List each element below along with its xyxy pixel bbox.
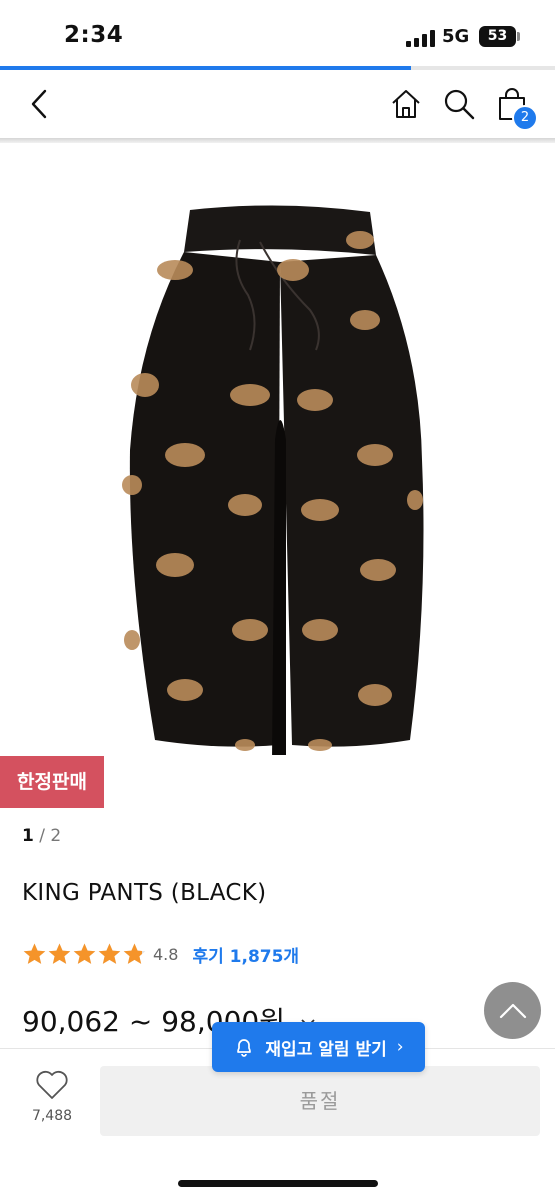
nav-divider xyxy=(0,138,555,143)
heart-icon xyxy=(36,1070,68,1099)
home-button[interactable] xyxy=(386,84,426,124)
pagination-separator: / xyxy=(39,826,45,846)
rating-stars xyxy=(22,942,147,967)
pants-image xyxy=(122,205,424,760)
top-navigation xyxy=(0,70,555,138)
search-button[interactable] xyxy=(439,84,479,124)
like-count: 7,488 xyxy=(31,1108,73,1124)
like-button[interactable]: 7,488 xyxy=(22,1070,82,1124)
star-icon xyxy=(98,943,121,964)
home-indicator xyxy=(178,1180,378,1187)
restock-alert-label: 재입고 알림 받기 xyxy=(265,1039,387,1060)
star-icon xyxy=(73,943,96,964)
cart-count-badge: 2 xyxy=(512,105,538,131)
scroll-to-top-button[interactable] xyxy=(484,982,541,1039)
product-title: KING PANTS (BLACK) xyxy=(22,880,267,906)
rating-value: 4.8 xyxy=(153,944,179,964)
restock-chevron-icon: › xyxy=(396,1037,404,1057)
reviews-link[interactable]: 후기 1,875개 xyxy=(192,942,299,967)
battery-icon: 53 xyxy=(479,26,516,47)
limited-sale-badge: 한정판매 xyxy=(0,756,104,808)
restock-alert-button[interactable]: 재입고 알림 받기 › xyxy=(212,1022,425,1072)
search-icon xyxy=(444,89,475,120)
chevron-left-icon xyxy=(31,89,47,119)
product-image[interactable] xyxy=(110,200,445,760)
soldout-button[interactable]: 품절 xyxy=(100,1066,540,1136)
bell-icon xyxy=(237,1039,252,1057)
back-button[interactable] xyxy=(20,84,60,124)
star-icon xyxy=(23,943,46,964)
status-time: 2:34 xyxy=(64,22,124,48)
pagination-total: 2 xyxy=(50,826,62,846)
pagination-current: 1 xyxy=(22,826,34,846)
chevron-up-icon xyxy=(499,1003,526,1018)
image-pagination: 1 / 2 xyxy=(22,826,61,846)
status-bar: 2:34 5G 53 xyxy=(0,0,555,66)
battery-tip xyxy=(517,32,520,41)
network-type: 5G xyxy=(442,26,470,47)
signal-icon xyxy=(406,29,436,47)
home-icon xyxy=(392,90,420,118)
star-icon xyxy=(48,943,71,964)
rating-row: 4.8 후기 1,875개 xyxy=(22,940,299,968)
star-icon xyxy=(123,943,146,964)
